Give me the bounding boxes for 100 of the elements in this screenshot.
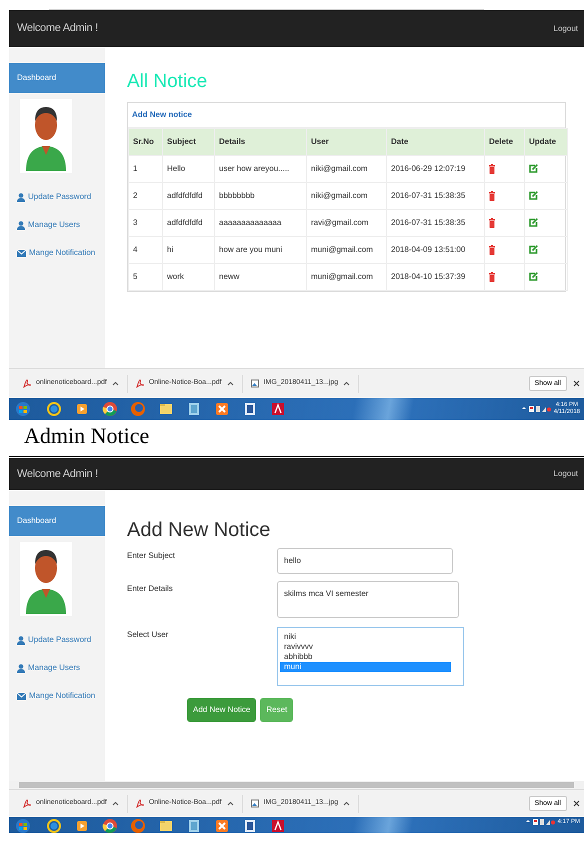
trash-icon[interactable] bbox=[489, 218, 495, 228]
caption-text: Admin Notice bbox=[9, 420, 584, 457]
table-cell: 2016-06-29 12:07:19 bbox=[386, 155, 484, 182]
logout-link[interactable]: Logout bbox=[554, 468, 578, 480]
details-field[interactable]: skilms mca VI semester bbox=[277, 581, 459, 618]
browser-icon[interactable] bbox=[46, 401, 62, 417]
field-label: Enter Subject bbox=[127, 550, 176, 562]
caret-icon[interactable] bbox=[343, 801, 350, 806]
column-header: Update bbox=[524, 128, 568, 156]
navbar-brand[interactable]: Welcome Admin ! bbox=[17, 466, 98, 482]
trash-icon[interactable] bbox=[489, 244, 495, 255]
document-icon[interactable] bbox=[242, 401, 258, 417]
user-listbox[interactable]: niki ravivvvv abhibbb muni bbox=[277, 627, 464, 686]
page-title: All Notice bbox=[127, 71, 208, 94]
table-cell: ravi@gmail.com bbox=[306, 209, 386, 236]
table-cell: muni@gmail.com bbox=[306, 263, 386, 290]
edit-icon[interactable] bbox=[529, 218, 538, 228]
envelope-icon bbox=[17, 692, 26, 700]
dashboard-link[interactable]: Dashboard bbox=[9, 63, 105, 93]
column-header: User bbox=[306, 128, 386, 156]
table-cell: muni@gmail.com bbox=[306, 236, 386, 264]
browser-icon[interactable] bbox=[46, 818, 62, 833]
caret-icon[interactable] bbox=[112, 381, 119, 386]
dashboard-link[interactable]: Dashboard bbox=[9, 506, 105, 536]
pdf-icon bbox=[23, 379, 31, 388]
trash-icon[interactable] bbox=[489, 190, 495, 201]
close-icon[interactable] bbox=[573, 800, 580, 807]
table-cell: 2018-04-10 15:37:39 bbox=[386, 263, 484, 290]
edit-icon[interactable] bbox=[529, 272, 538, 282]
table-cell: niki@gmail.com bbox=[306, 182, 386, 210]
trash-icon[interactable] bbox=[489, 164, 495, 174]
table-cell: 2016-07-31 15:38:35 bbox=[386, 209, 484, 236]
app-icon[interactable] bbox=[186, 818, 202, 833]
submit-button[interactable]: Add New Notice bbox=[187, 698, 256, 722]
notification-link[interactable]: Mange Notification bbox=[17, 247, 105, 259]
subject-field[interactable]: hello bbox=[277, 548, 453, 574]
trash-icon[interactable] bbox=[489, 272, 495, 282]
app-icon[interactable] bbox=[214, 401, 230, 417]
table-cell: 3 bbox=[128, 209, 162, 236]
table-cell: 2016-07-31 15:38:35 bbox=[386, 182, 484, 210]
navbar-brand[interactable]: Welcome Admin ! bbox=[17, 20, 98, 37]
browser-icon[interactable] bbox=[102, 818, 118, 833]
horizontal-scrollbar[interactable] bbox=[9, 781, 584, 789]
user-icon bbox=[17, 664, 25, 672]
table-cell: 2018-04-09 13:51:00 bbox=[386, 236, 484, 264]
edit-icon[interactable] bbox=[529, 245, 538, 254]
start-button[interactable] bbox=[15, 401, 31, 417]
notification-link[interactable]: Mange Notification bbox=[17, 690, 105, 702]
table-cell: adfdfdfdfd bbox=[162, 209, 214, 236]
folder-icon[interactable] bbox=[158, 401, 174, 417]
table-cell: 1 bbox=[128, 155, 162, 182]
table-cell: adfdfdfdfd bbox=[162, 182, 214, 210]
table-cell: neww bbox=[214, 263, 306, 290]
close-icon[interactable] bbox=[573, 380, 580, 387]
table-cell: hi bbox=[162, 236, 214, 264]
document-icon[interactable] bbox=[242, 818, 258, 833]
listbox-option[interactable]: abhibbb bbox=[280, 652, 451, 662]
column-header: Delete bbox=[484, 128, 524, 156]
table-cell: 2 bbox=[128, 182, 162, 210]
page-title: Add New Notice bbox=[127, 518, 272, 542]
column-header: Details bbox=[214, 128, 306, 156]
listbox-option[interactable]: niki bbox=[280, 632, 451, 642]
table-cell: aaaaaaaaaaaaaa bbox=[214, 209, 306, 236]
table-cell: 4 bbox=[128, 236, 162, 264]
folder-icon[interactable] bbox=[158, 818, 174, 833]
sidebar-link[interactable]: Manage Users bbox=[17, 219, 105, 231]
pdf-app-icon[interactable] bbox=[270, 401, 286, 417]
media-player-icon[interactable] bbox=[74, 818, 90, 833]
edit-icon[interactable] bbox=[529, 191, 538, 200]
pdf-icon bbox=[136, 379, 144, 388]
app-icon[interactable] bbox=[214, 818, 230, 833]
caret-icon[interactable] bbox=[343, 381, 350, 386]
table-cell: Hello bbox=[162, 155, 214, 182]
caret-icon[interactable] bbox=[226, 801, 234, 806]
start-button[interactable] bbox=[15, 818, 31, 833]
field-label: Select User bbox=[127, 629, 170, 641]
table-cell: user how areyou..... bbox=[214, 155, 306, 182]
edit-icon[interactable] bbox=[529, 164, 538, 174]
field-label: Enter Details bbox=[127, 583, 174, 595]
pdf-icon bbox=[136, 799, 144, 808]
caret-icon[interactable] bbox=[226, 381, 234, 386]
user-icon bbox=[17, 192, 25, 202]
sidebar-link[interactable]: Manage Users bbox=[17, 662, 105, 674]
browser-icon[interactable] bbox=[102, 401, 118, 417]
sidebar-link[interactable]: Update Password bbox=[17, 634, 105, 646]
tray-icons-drawing bbox=[524, 818, 555, 826]
column-header: Date bbox=[386, 128, 484, 156]
table-cell: work bbox=[162, 263, 214, 290]
caret-icon[interactable] bbox=[112, 801, 119, 806]
image-file-icon bbox=[250, 799, 259, 808]
image-file-icon bbox=[250, 379, 259, 388]
table-cell: how are you muni bbox=[214, 236, 306, 264]
media-player-icon[interactable] bbox=[74, 401, 90, 417]
app-icon[interactable] bbox=[186, 401, 202, 417]
sidebar-link[interactable]: Update Password bbox=[17, 191, 105, 203]
pdf-app-icon[interactable] bbox=[270, 818, 286, 833]
pdf-icon bbox=[23, 799, 31, 808]
tray-icons-drawing bbox=[520, 405, 551, 413]
logout-link[interactable]: Logout bbox=[554, 22, 578, 34]
listbox-option[interactable]: ravivvvv bbox=[280, 642, 451, 652]
